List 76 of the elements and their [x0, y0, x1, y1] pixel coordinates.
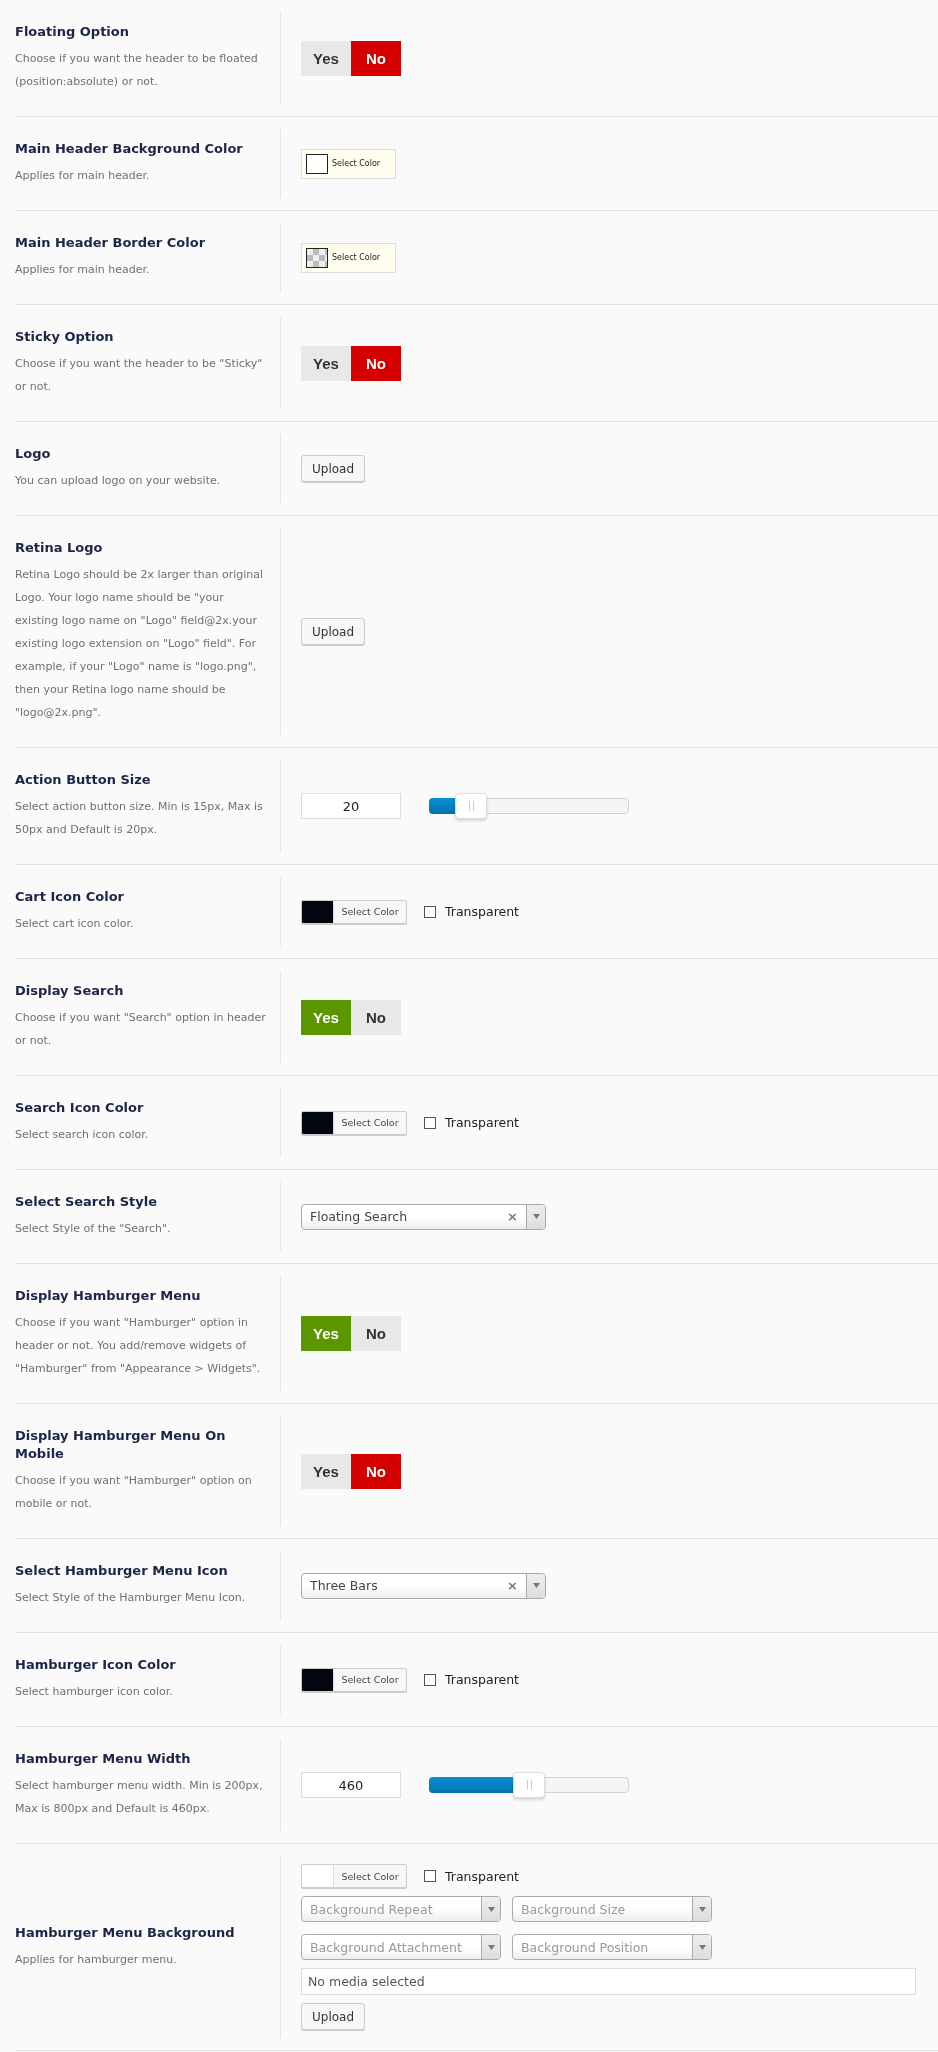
option-description: Choose if you want "Search" option in header or not.	[15, 1010, 267, 1049]
option-title: Floating Option	[15, 23, 130, 41]
select-color-button[interactable]: Select Color	[301, 1667, 407, 1692]
option-title: Sticky Option	[15, 328, 115, 346]
select-color-button[interactable]: Select Color	[301, 242, 396, 273]
option-title: Display Hamburger Menu On Mobile	[15, 1427, 227, 1463]
toggle-option[interactable]: Yes	[301, 1316, 351, 1351]
checkbox-label: Transparent	[445, 1868, 519, 1884]
option-description: Choose if you want the header to be "Sticky" or not.	[15, 356, 264, 395]
toggle-option[interactable]: No	[351, 999, 401, 1035]
option-title: Hamburger Menu Background	[15, 1923, 236, 1942]
option-title: Main Header Border Color	[15, 234, 207, 252]
option-description: You can upload logo on your website.	[15, 473, 222, 489]
option-description: Select search icon color.	[15, 1127, 150, 1143]
toggle-option[interactable]: Yes	[301, 345, 351, 381]
select-dropdown[interactable]: Three Bars ×	[301, 1572, 546, 1599]
toggle-option[interactable]: Yes	[301, 1453, 351, 1489]
checkbox-label: Transparent	[445, 1672, 519, 1687]
toggle-option[interactable]: No	[351, 40, 401, 76]
select-color-button[interactable]: Select Color	[301, 148, 396, 179]
upload-button[interactable]: Upload	[301, 455, 366, 482]
option-title: Retina Logo	[15, 539, 104, 557]
option-description: Select cart icon color.	[15, 916, 135, 932]
media-field[interactable]: No media selected	[301, 1968, 916, 1995]
caret-icon	[487, 1906, 495, 1912]
option-title: Select Hamburger Menu Icon	[15, 1562, 229, 1580]
caret-icon	[532, 1214, 540, 1219]
select-color-button[interactable]: Select Color	[301, 1864, 407, 1888]
toggle-option[interactable]: No	[351, 1316, 401, 1351]
option-description: Retina Logo should be 2x larger than original Logo. Your logo name should be "your existing logo name on "Logo" field@2x.your existing logo extension on "Logo" field". For example, if your "Logo" name is "logo.png", then your Retina logo name should be "logo@2x.png".	[15, 567, 265, 721]
transparent-checkbox[interactable]	[424, 1870, 436, 1882]
transparent-checkbox[interactable]	[424, 1116, 436, 1129]
caret-icon	[532, 1583, 540, 1588]
option-title: Hamburger Menu Width	[15, 1750, 192, 1768]
slider-track[interactable]	[429, 1772, 629, 1798]
option-title: Display Hamburger Menu	[15, 1287, 202, 1305]
number-field[interactable]: 20	[301, 793, 401, 819]
slider-handle[interactable]	[513, 1772, 545, 1798]
toggle-option[interactable]: No	[351, 345, 401, 381]
caret-icon	[487, 1944, 495, 1950]
option-description: Applies for main header.	[15, 168, 151, 184]
option-description: Applies for hamburger menu.	[15, 1951, 178, 1968]
caret-icon	[698, 1944, 706, 1950]
option-description: Applies for main header.	[15, 262, 151, 278]
option-description: Select Style of the "Search".	[15, 1221, 172, 1237]
checkbox-label: Transparent	[445, 904, 519, 919]
toggle-option[interactable]: Yes	[301, 40, 351, 76]
option-title: Select Search Style	[15, 1193, 159, 1211]
option-title: Logo	[15, 445, 52, 463]
option-description: Choose if you want "Hamburger" option on mobile or not.	[15, 1473, 253, 1512]
option-title: Hamburger Icon Color	[15, 1656, 177, 1674]
option-description: Select hamburger icon color.	[15, 1684, 174, 1700]
upload-button[interactable]: Upload	[301, 618, 366, 645]
option-description: Choose if you want "Hamburger" option in header or not. You add/remove widgets of "Hamburger" from "Appearance > Widgets".	[15, 1315, 262, 1377]
option-title: Search Icon Color	[15, 1099, 145, 1117]
select-color-button[interactable]: Select Color	[301, 1110, 407, 1135]
option-title: Cart Icon Color	[15, 888, 125, 906]
option-description: Select hamburger menu width. Min is 200px, Max is 800px and Default is 460px.	[15, 1778, 264, 1817]
option-title: Main Header Background Color	[15, 140, 244, 158]
caret-icon	[698, 1906, 706, 1912]
option-description: Select action button size. Min is 15px, Max is 50px and Default is 20px.	[15, 799, 264, 838]
option-description: Choose if you want the header to be floated (position:absolute) or not.	[15, 51, 259, 90]
slider-handle[interactable]	[455, 793, 487, 819]
checkbox-label: Transparent	[445, 1115, 519, 1130]
transparent-checkbox[interactable]	[424, 1673, 436, 1686]
toggle-option[interactable]: Yes	[301, 999, 351, 1035]
option-title: Display Search	[15, 982, 125, 1000]
select-dropdown[interactable]: Floating Search ×	[301, 1203, 546, 1230]
option-description: Select Style of the Hamburger Menu Icon.	[15, 1590, 247, 1606]
number-field[interactable]: 460	[301, 1772, 401, 1798]
option-title: Action Button Size	[15, 771, 152, 789]
select-color-button[interactable]: Select Color	[301, 899, 407, 924]
toggle-option[interactable]: No	[351, 1453, 401, 1489]
slider-track[interactable]	[429, 793, 629, 819]
transparent-checkbox[interactable]	[424, 905, 436, 918]
upload-button[interactable]: Upload	[301, 2003, 366, 2030]
